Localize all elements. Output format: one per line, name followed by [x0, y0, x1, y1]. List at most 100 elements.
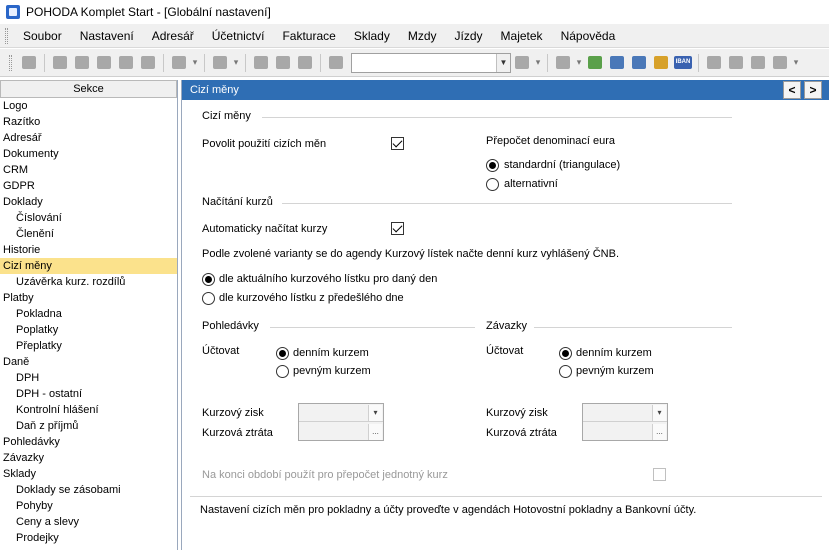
table-button[interactable]	[629, 53, 649, 73]
sidebar-item[interactable]: Prodejky	[0, 530, 177, 546]
ellipsis-icon[interactable]: ...	[652, 424, 666, 440]
auto-rates-checkbox[interactable]	[391, 222, 404, 235]
sidebar-item[interactable]: Pohyby	[0, 498, 177, 514]
content-panel: Cizí měny < > Cizí měny Povolit použití …	[181, 80, 829, 550]
folder-button[interactable]	[553, 53, 573, 73]
euro-title: Přepočet denominací eura	[486, 135, 616, 147]
menu-nastaveni[interactable]: Nastavení	[71, 25, 143, 47]
toolbar-separator	[44, 53, 45, 72]
euro-standard-radio[interactable]	[486, 159, 499, 172]
edit-dropdown-icon[interactable]: ▾	[190, 57, 200, 68]
iban-icon: IBAN	[674, 56, 692, 69]
menu-soubor[interactable]: Soubor	[14, 25, 71, 47]
period-end-checkbox[interactable]	[653, 468, 666, 481]
message-button[interactable]	[704, 53, 724, 73]
menu-jizdy[interactable]: Jízdy	[446, 25, 492, 47]
filter-dropdown-icon[interactable]: ▾	[533, 57, 543, 68]
next-section-button[interactable]: >	[804, 81, 822, 99]
money-button[interactable]	[585, 53, 605, 73]
sidebar-item[interactable]: Daň z příjmů	[0, 418, 177, 434]
new-record-icon	[75, 56, 89, 69]
sidebar-item[interactable]: Daně	[0, 354, 177, 370]
sidebar-item[interactable]: GDPR	[0, 178, 177, 194]
sidebar-item[interactable]: Doklady	[0, 194, 177, 210]
sidebar-item[interactable]: Historie	[0, 242, 177, 258]
edit-button[interactable]	[169, 53, 189, 73]
title-bar: POHODA Komplet Start - [Globální nastave…	[0, 0, 829, 24]
receivables-gain-combo[interactable]: ▾	[299, 404, 383, 422]
payables-gain-combo[interactable]: ▾	[583, 404, 667, 422]
menu-mzdy[interactable]: Mzdy	[399, 25, 446, 47]
receivables-rate-accounts: ▾ ...	[298, 403, 384, 441]
allow-foreign-checkbox[interactable]	[391, 137, 404, 150]
transfer-button[interactable]	[116, 53, 136, 73]
sidebar-item[interactable]: Číslování	[0, 210, 177, 226]
group-divider	[262, 117, 732, 118]
clipboard-button[interactable]	[326, 53, 346, 73]
rates-current-radio[interactable]	[202, 273, 215, 286]
menu-napoveda[interactable]: Nápověda	[552, 25, 625, 47]
new-record-button[interactable]	[72, 53, 92, 73]
receivables-fixed-radio[interactable]	[276, 365, 289, 378]
sidebar-item[interactable]: Dokumenty	[0, 146, 177, 162]
sidebar-item[interactable]: Závazky	[0, 450, 177, 466]
help-button[interactable]	[770, 53, 790, 73]
sidebar-item[interactable]: Platby	[0, 290, 177, 306]
save-button[interactable]	[251, 53, 271, 73]
details-button[interactable]	[748, 53, 768, 73]
help-dropdown-icon[interactable]: ▾	[791, 57, 801, 68]
menu-sklady[interactable]: Sklady	[345, 25, 399, 47]
sidebar-item[interactable]: Logo	[0, 98, 177, 114]
payables-fixed-radio[interactable]	[559, 365, 572, 378]
filter-button[interactable]	[512, 53, 532, 73]
menu-grip-icon	[5, 27, 8, 44]
sidebar-item[interactable]: Členění	[0, 226, 177, 242]
sidebar-item[interactable]: Adresář	[0, 130, 177, 146]
folder-dropdown-icon[interactable]: ▾	[574, 57, 584, 68]
sidebar-item[interactable]: Uzávěrka kurz. rozdílů	[0, 274, 177, 290]
iban-button[interactable]: IBAN	[673, 53, 693, 73]
sidebar-item[interactable]: Razítko	[0, 114, 177, 130]
receivables-loss-combo[interactable]: ...	[299, 423, 383, 441]
euro-alternative-radio[interactable]	[486, 178, 499, 191]
sidebar-item[interactable]: CRM	[0, 162, 177, 178]
chevron-down-icon[interactable]: ▼	[496, 53, 510, 72]
payables-loss-combo[interactable]: ...	[583, 423, 667, 441]
preview-button[interactable]	[94, 53, 114, 73]
menu-majetek[interactable]: Majetek	[492, 25, 552, 47]
sidebar-item[interactable]: Cizí měny	[0, 258, 177, 274]
menu-adresar[interactable]: Adresář	[143, 25, 203, 47]
previous-section-button[interactable]: <	[783, 81, 801, 99]
calculator-button[interactable]	[607, 53, 627, 73]
menu-ucetnictvi[interactable]: Účetnictví	[203, 25, 274, 47]
payables-daily-radio[interactable]	[559, 347, 572, 360]
sidebar-item[interactable]: Pohledávky	[0, 434, 177, 450]
coins-button[interactable]	[651, 53, 671, 73]
chevron-down-icon[interactable]: ▾	[652, 405, 666, 421]
rates-previous-radio[interactable]	[202, 292, 215, 305]
toolbar-separator	[163, 53, 164, 72]
print-button[interactable]	[138, 53, 158, 73]
cancel-edit-button[interactable]	[273, 53, 293, 73]
quick-search-combo[interactable]: ▼	[351, 52, 511, 73]
navigator-button[interactable]	[19, 53, 39, 73]
sidebar-item[interactable]: Sklady	[0, 466, 177, 482]
sidebar-item[interactable]: Přeplatky	[0, 338, 177, 354]
sidebar-item[interactable]: DPH - ostatní	[0, 386, 177, 402]
sidebar-item[interactable]: Pokladna	[0, 306, 177, 322]
ellipsis-icon[interactable]: ...	[368, 424, 382, 440]
sidebar-item[interactable]: DPH	[0, 370, 177, 386]
copy-button[interactable]	[50, 53, 70, 73]
attach-button[interactable]	[295, 53, 315, 73]
sidebar-item[interactable]: Ceny a slevy	[0, 514, 177, 530]
menu-fakturace[interactable]: Fakturace	[273, 25, 344, 47]
sidebar-item[interactable]: Poplatky	[0, 322, 177, 338]
sidebar-item[interactable]: Kontrolní hlášení	[0, 402, 177, 418]
back-button[interactable]	[210, 53, 230, 73]
list-button[interactable]	[726, 53, 746, 73]
clipboard-icon	[329, 56, 343, 69]
back-dropdown-icon[interactable]: ▾	[231, 57, 241, 68]
chevron-down-icon[interactable]: ▾	[368, 405, 382, 421]
receivables-daily-radio[interactable]	[276, 347, 289, 360]
sidebar-item[interactable]: Doklady se zásobami	[0, 482, 177, 498]
